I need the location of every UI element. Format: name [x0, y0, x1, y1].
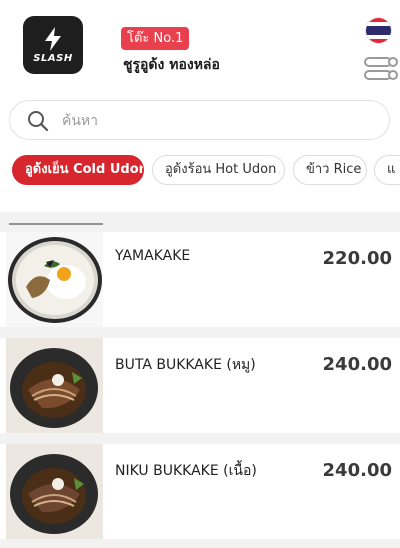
previous-item-edge [9, 223, 103, 225]
menu-item-card[interactable]: YAMAKAKE 220.00 [0, 232, 400, 327]
logo-text: SLASH [33, 53, 73, 64]
toggle-knob [388, 57, 398, 67]
app-header: SLASH โต๊ะ No.1 ชูรูอูด้ง ทองหล่อ อูด้งเ… [0, 0, 400, 212]
item-image [6, 338, 103, 433]
search-input[interactable] [62, 107, 372, 134]
item-image [6, 444, 103, 539]
brand-logo: SLASH [23, 16, 83, 74]
item-price: 240.00 [322, 354, 392, 375]
item-price: 220.00 [322, 248, 392, 269]
thai-flag-icon[interactable] [366, 18, 391, 43]
lightning-bolt-icon [45, 27, 61, 51]
search-icon [28, 111, 49, 132]
search-bar[interactable] [9, 100, 390, 140]
category-tab-hot-udon[interactable]: อูด้งร้อน Hot Udon [152, 155, 285, 185]
menu-item-card[interactable]: BUTA BUKKAKE (หมู) 240.00 [0, 338, 400, 433]
category-tab-more[interactable]: แ [374, 155, 400, 185]
toggle-knob [388, 70, 398, 80]
store-name: ชูรูอูด้ง ทองหล่อ [123, 57, 220, 73]
item-image [6, 232, 103, 327]
view-toggle-button[interactable] [364, 55, 400, 81]
menu-item-card[interactable]: NIKU BUKKAKE (เนื้อ) 240.00 [0, 444, 400, 539]
category-tab-rice[interactable]: ข้าว Rice [293, 155, 367, 185]
item-name: NIKU BUKKAKE (เนื้อ) [115, 463, 257, 479]
item-name: YAMAKAKE [115, 248, 191, 264]
category-tabs: อูด้งเย็น Cold Udon อูด้งร้อน Hot Udon ข… [12, 155, 400, 185]
item-name: BUTA BUKKAKE (หมู) [115, 357, 256, 373]
item-price: 240.00 [322, 460, 392, 481]
table-badge: โต๊ะ No.1 [121, 27, 190, 50]
category-tab-cold-udon[interactable]: อูด้งเย็น Cold Udon [12, 155, 144, 185]
